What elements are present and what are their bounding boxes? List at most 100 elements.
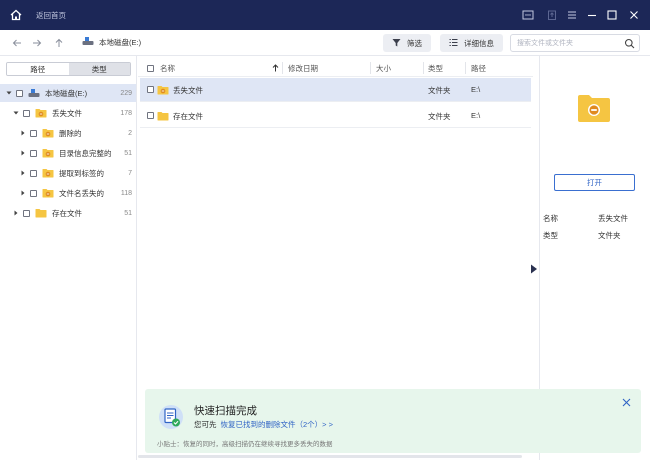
table-row[interactable]: 存在文件 文件夹 E:\ <box>140 104 531 128</box>
table-row[interactable]: 丢失文件 文件夹 E:\ <box>140 78 531 102</box>
column-type[interactable]: 类型 <box>428 59 443 77</box>
drive-icon <box>82 36 94 48</box>
tree-checkbox[interactable] <box>16 89 23 97</box>
tab-path[interactable]: 路径 <box>7 63 69 75</box>
minimize-icon[interactable] <box>584 7 600 23</box>
open-button[interactable]: 打开 <box>554 174 635 191</box>
sidebar: 路径 类型 本地磁盘(E:) 229 丢失文件 178 删除的 2 目录信息完整的 51 提取到… <box>0 56 137 460</box>
select-all-checkbox[interactable] <box>147 59 159 77</box>
search-icon[interactable] <box>624 38 635 49</box>
expand-right-icon[interactable] <box>20 170 26 176</box>
tree-item-count: 51 <box>124 149 132 157</box>
name-value: 丢失文件 <box>598 214 628 223</box>
tree-item-count: 51 <box>124 209 132 217</box>
details-label: 详细信息 <box>464 38 494 48</box>
column-path[interactable]: 路径 <box>471 59 486 77</box>
tree-item[interactable]: 文件名丢失的 118 <box>0 184 136 202</box>
forward-arrow-icon[interactable] <box>30 36 44 50</box>
folder-icon <box>35 208 47 218</box>
expand-right-icon[interactable] <box>20 190 26 196</box>
tree-checkbox[interactable] <box>30 149 37 157</box>
filter-button[interactable]: 筛选 <box>383 34 431 52</box>
close-icon[interactable] <box>626 7 642 23</box>
lost-folder-icon <box>577 93 611 123</box>
tree-checkbox[interactable] <box>30 169 37 177</box>
column-name[interactable]: 名称 <box>160 59 175 77</box>
scan-complete-toast: 快速扫描完成 您可先 恢复已找到的删除文件（2个）> > 小贴士：恢复的同时，高… <box>145 389 641 453</box>
tab-type[interactable]: 类型 <box>68 63 130 75</box>
details-button[interactable]: 详细信息 <box>440 34 503 52</box>
type-value: 文件夹 <box>598 231 621 240</box>
sort-asc-icon[interactable] <box>272 59 279 77</box>
toast-close-icon[interactable] <box>622 398 631 407</box>
lost-folder-icon <box>157 85 169 97</box>
lost-folder-icon <box>35 108 47 118</box>
tree-checkbox[interactable] <box>23 209 30 217</box>
toolbar: 本地磁盘(E:) 筛选 详细信息 <box>0 30 650 56</box>
tree-item[interactable]: 删除的 2 <box>0 124 136 142</box>
recover-deleted-link[interactable]: 恢复已找到的删除文件（2个）> > <box>221 419 334 430</box>
search-box[interactable] <box>510 34 640 52</box>
expand-down-icon[interactable] <box>6 90 12 96</box>
tree-item-label: 提取到标签的 <box>59 168 104 178</box>
export-icon[interactable] <box>544 7 560 23</box>
home-icon[interactable] <box>8 7 24 23</box>
back-arrow-icon[interactable] <box>10 36 24 50</box>
document-check-icon <box>159 404 183 430</box>
column-separator[interactable] <box>282 62 283 74</box>
column-separator[interactable] <box>370 62 371 74</box>
menu-icon[interactable] <box>564 7 580 23</box>
lost-folder-icon <box>42 188 54 198</box>
breadcrumb-label: 本地磁盘(E:) <box>99 37 142 47</box>
lost-folder-icon <box>42 168 54 178</box>
tree-item[interactable]: 本地磁盘(E:) 229 <box>0 84 136 102</box>
tree-checkbox[interactable] <box>30 189 37 197</box>
maximize-icon[interactable] <box>604 7 620 23</box>
view-switch: 路径 类型 <box>6 62 131 76</box>
row-type: 文件夹 <box>428 86 451 95</box>
tree-item-label: 目录信息完整的 <box>59 148 112 158</box>
tree-item-count: 118 <box>120 189 132 197</box>
feedback-icon[interactable] <box>520 7 536 23</box>
tree-item[interactable]: 丢失文件 178 <box>0 104 136 122</box>
folder-icon <box>157 111 169 123</box>
tree-item-label: 文件名丢失的 <box>59 188 104 198</box>
expand-right-icon[interactable] <box>20 150 26 156</box>
tree-item[interactable]: 提取到标签的 7 <box>0 164 136 182</box>
tree-checkbox[interactable] <box>23 109 30 117</box>
back-home-link[interactable]: 返回首页 <box>36 10 66 21</box>
title-bar: 返回首页 <box>0 0 650 30</box>
lost-folder-icon <box>42 148 54 158</box>
column-separator[interactable] <box>423 62 424 74</box>
name-key: 名称 <box>543 214 558 223</box>
filter-label: 筛选 <box>407 38 422 48</box>
tree-checkbox[interactable] <box>30 129 37 137</box>
tree-item[interactable]: 目录信息完整的 51 <box>0 144 136 162</box>
column-size[interactable]: 大小 <box>376 59 391 77</box>
toast-hint-prefix: 您可先 <box>194 420 217 429</box>
collapse-panel-icon[interactable] <box>530 264 538 274</box>
tree-item-count: 2 <box>128 129 132 137</box>
column-separator[interactable] <box>465 62 466 74</box>
expand-right-icon[interactable] <box>20 130 26 136</box>
tree-item[interactable]: 存在文件 51 <box>0 204 136 222</box>
tree-item-count: 229 <box>120 89 132 97</box>
row-type: 文件夹 <box>428 112 451 121</box>
breadcrumb[interactable]: 本地磁盘(E:) <box>82 36 141 48</box>
column-modified[interactable]: 修改日期 <box>288 59 318 77</box>
drive-icon <box>28 88 40 98</box>
horizontal-scrollbar[interactable] <box>138 455 522 458</box>
list-icon <box>449 38 458 49</box>
tree-item-label: 存在文件 <box>52 208 82 218</box>
tree-item-label: 删除的 <box>59 128 82 138</box>
up-arrow-icon[interactable] <box>52 36 66 50</box>
table-header: 名称 修改日期 大小 类型 路径 <box>138 59 533 77</box>
row-name: 丢失文件 <box>173 86 203 95</box>
tree-item-label: 丢失文件 <box>52 108 82 118</box>
search-input[interactable] <box>517 38 622 49</box>
tree-item-label: 本地磁盘(E:) <box>45 88 88 98</box>
lost-folder-icon <box>42 128 54 138</box>
expand-right-icon[interactable] <box>13 210 19 216</box>
expand-down-icon[interactable] <box>13 110 19 116</box>
toast-hint: 您可先 恢复已找到的删除文件（2个）> > <box>194 419 333 430</box>
